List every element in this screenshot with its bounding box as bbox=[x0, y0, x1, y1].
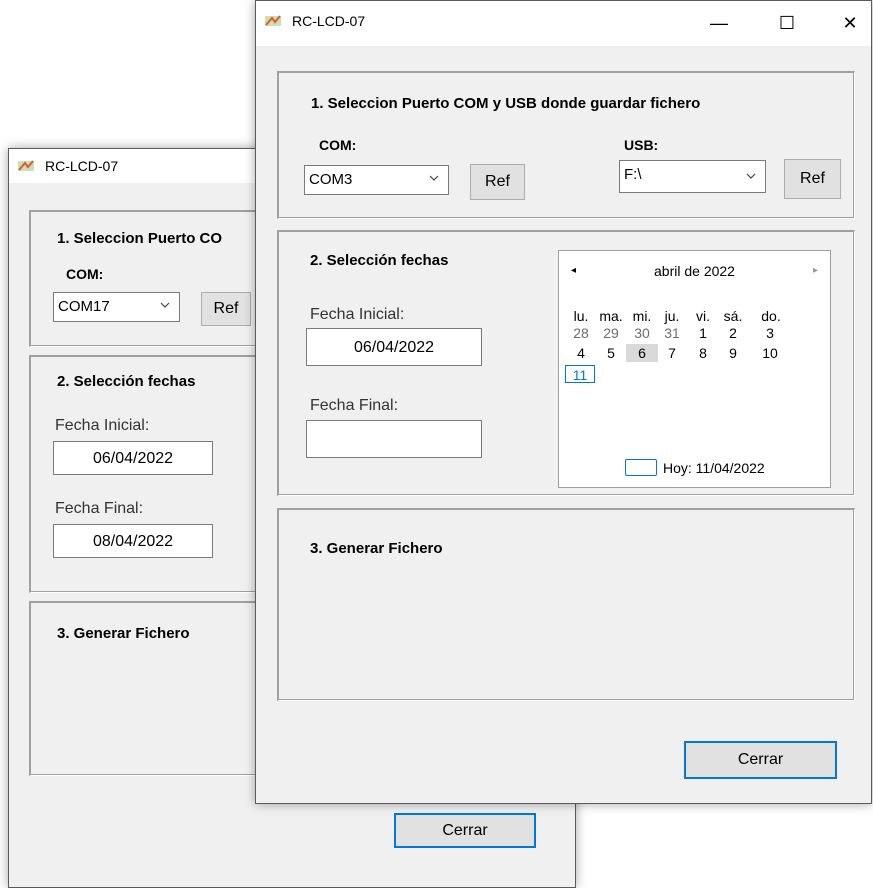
back-window-title: RC-LCD-07 bbox=[45, 158, 119, 174]
weekday-header: sá. bbox=[723, 308, 743, 324]
calendar-month-title[interactable]: abril de 2022 bbox=[559, 263, 830, 279]
maximize-button[interactable]: ☐ bbox=[764, 1, 810, 46]
weekday-header: do. bbox=[761, 308, 781, 324]
calendar-day[interactable]: 9 bbox=[720, 344, 746, 362]
front-usb-select[interactable]: F:\ bbox=[619, 160, 766, 193]
calendar-day[interactable]: 10 bbox=[757, 344, 783, 362]
front-fecha-final-label: Fecha Final: bbox=[310, 397, 399, 414]
minimize-button[interactable]: — bbox=[696, 1, 742, 46]
front-close-button[interactable]: Cerrar bbox=[684, 741, 837, 779]
calendar-day[interactable]: 3 bbox=[757, 324, 783, 342]
weekday-header: mi. bbox=[632, 308, 652, 324]
front-section3-title: 3. Generar Fichero bbox=[310, 540, 443, 557]
front-fecha-inicial-input[interactable]: 06/04/2022 bbox=[306, 328, 482, 366]
next-month-icon[interactable]: ▸ bbox=[813, 265, 818, 276]
back-close-button[interactable]: Cerrar bbox=[394, 813, 536, 848]
front-group-com-usb: 1. Seleccion Puerto COM y USB donde guar… bbox=[277, 71, 855, 219]
back-com-label: COM: bbox=[66, 266, 104, 282]
back-fecha-final-input[interactable]: 08/04/2022 bbox=[53, 524, 213, 558]
calendar-day[interactable]: 28 bbox=[568, 324, 594, 342]
back-section2-title: 2. Selección fechas bbox=[57, 373, 196, 390]
calendar-day[interactable]: 5 bbox=[598, 344, 624, 362]
today-marker-icon bbox=[625, 459, 657, 476]
front-group-generar: 3. Generar Fichero bbox=[277, 508, 855, 701]
weekday-header: lu. bbox=[573, 308, 589, 324]
front-usb-label: USB: bbox=[624, 137, 659, 153]
front-usb-value: F:\ bbox=[624, 166, 642, 183]
front-com-ref-button[interactable]: Ref bbox=[470, 164, 525, 200]
front-usb-ref-button[interactable]: Ref bbox=[784, 159, 841, 199]
calendar-day[interactable]: 1 bbox=[690, 324, 716, 342]
weekday-header: vi. bbox=[696, 308, 710, 324]
chevron-down-icon bbox=[160, 302, 170, 308]
calendar-day[interactable]: 31 bbox=[659, 324, 685, 342]
calendar-day[interactable]: 4 bbox=[568, 344, 594, 362]
back-fecha-inicial-input[interactable]: 06/04/2022 bbox=[53, 441, 213, 475]
front-section2-title: 2. Selección fechas bbox=[310, 252, 449, 269]
back-section1-title: 1. Seleccion Puerto CO bbox=[57, 230, 223, 247]
maximize-icon: ☐ bbox=[778, 13, 796, 33]
calendar-day[interactable]: 8 bbox=[690, 344, 716, 362]
back-com-ref-button[interactable]: Ref bbox=[201, 292, 251, 326]
front-com-select[interactable]: COM3 bbox=[304, 165, 449, 195]
back-fecha-inicial-label: Fecha Inicial: bbox=[55, 417, 150, 434]
chevron-down-icon bbox=[429, 175, 439, 181]
calendar-day-selected[interactable]: 6 bbox=[626, 344, 658, 362]
month-calendar[interactable]: ◂ abril de 2022 ▸ lu. ma. mi. ju. vi. sá… bbox=[558, 250, 831, 488]
front-window: RC-LCD-07 — ☐ ✕ 1. Seleccion Puerto COM … bbox=[255, 0, 872, 804]
front-window-title: RC-LCD-07 bbox=[292, 13, 366, 29]
back-com-value: COM17 bbox=[58, 298, 110, 315]
weekday-header: ma. bbox=[599, 308, 623, 324]
back-com-select[interactable]: COM17 bbox=[53, 292, 180, 322]
calendar-day[interactable]: 30 bbox=[629, 324, 655, 342]
calendar-day-today[interactable]: 11 bbox=[565, 365, 595, 383]
app-icon bbox=[265, 15, 281, 26]
minimize-icon: — bbox=[710, 13, 728, 33]
front-fecha-inicial-label: Fecha Inicial: bbox=[310, 306, 405, 323]
front-fecha-final-input[interactable] bbox=[306, 420, 482, 458]
app-icon bbox=[18, 160, 34, 171]
back-fecha-final-label: Fecha Final: bbox=[55, 500, 144, 517]
close-window-button[interactable]: ✕ bbox=[827, 1, 871, 46]
back-section3-title: 3. Generar Fichero bbox=[57, 625, 190, 642]
front-section1-title: 1. Seleccion Puerto COM y USB donde guar… bbox=[311, 95, 701, 112]
weekday-header: ju. bbox=[664, 308, 680, 324]
calendar-day[interactable]: 7 bbox=[659, 344, 685, 362]
front-com-label: COM: bbox=[319, 137, 357, 153]
front-titlebar[interactable]: RC-LCD-07 — ☐ ✕ bbox=[256, 1, 871, 46]
chevron-down-icon bbox=[746, 173, 756, 179]
close-icon: ✕ bbox=[842, 13, 858, 33]
front-com-value: COM3 bbox=[309, 171, 353, 188]
calendar-day[interactable]: 29 bbox=[598, 324, 624, 342]
front-group-fechas: 2. Selección fechas Fecha Inicial: 06/04… bbox=[277, 230, 855, 496]
calendar-day[interactable]: 2 bbox=[720, 324, 746, 342]
today-label[interactable]: Hoy: 11/04/2022 bbox=[663, 460, 765, 476]
